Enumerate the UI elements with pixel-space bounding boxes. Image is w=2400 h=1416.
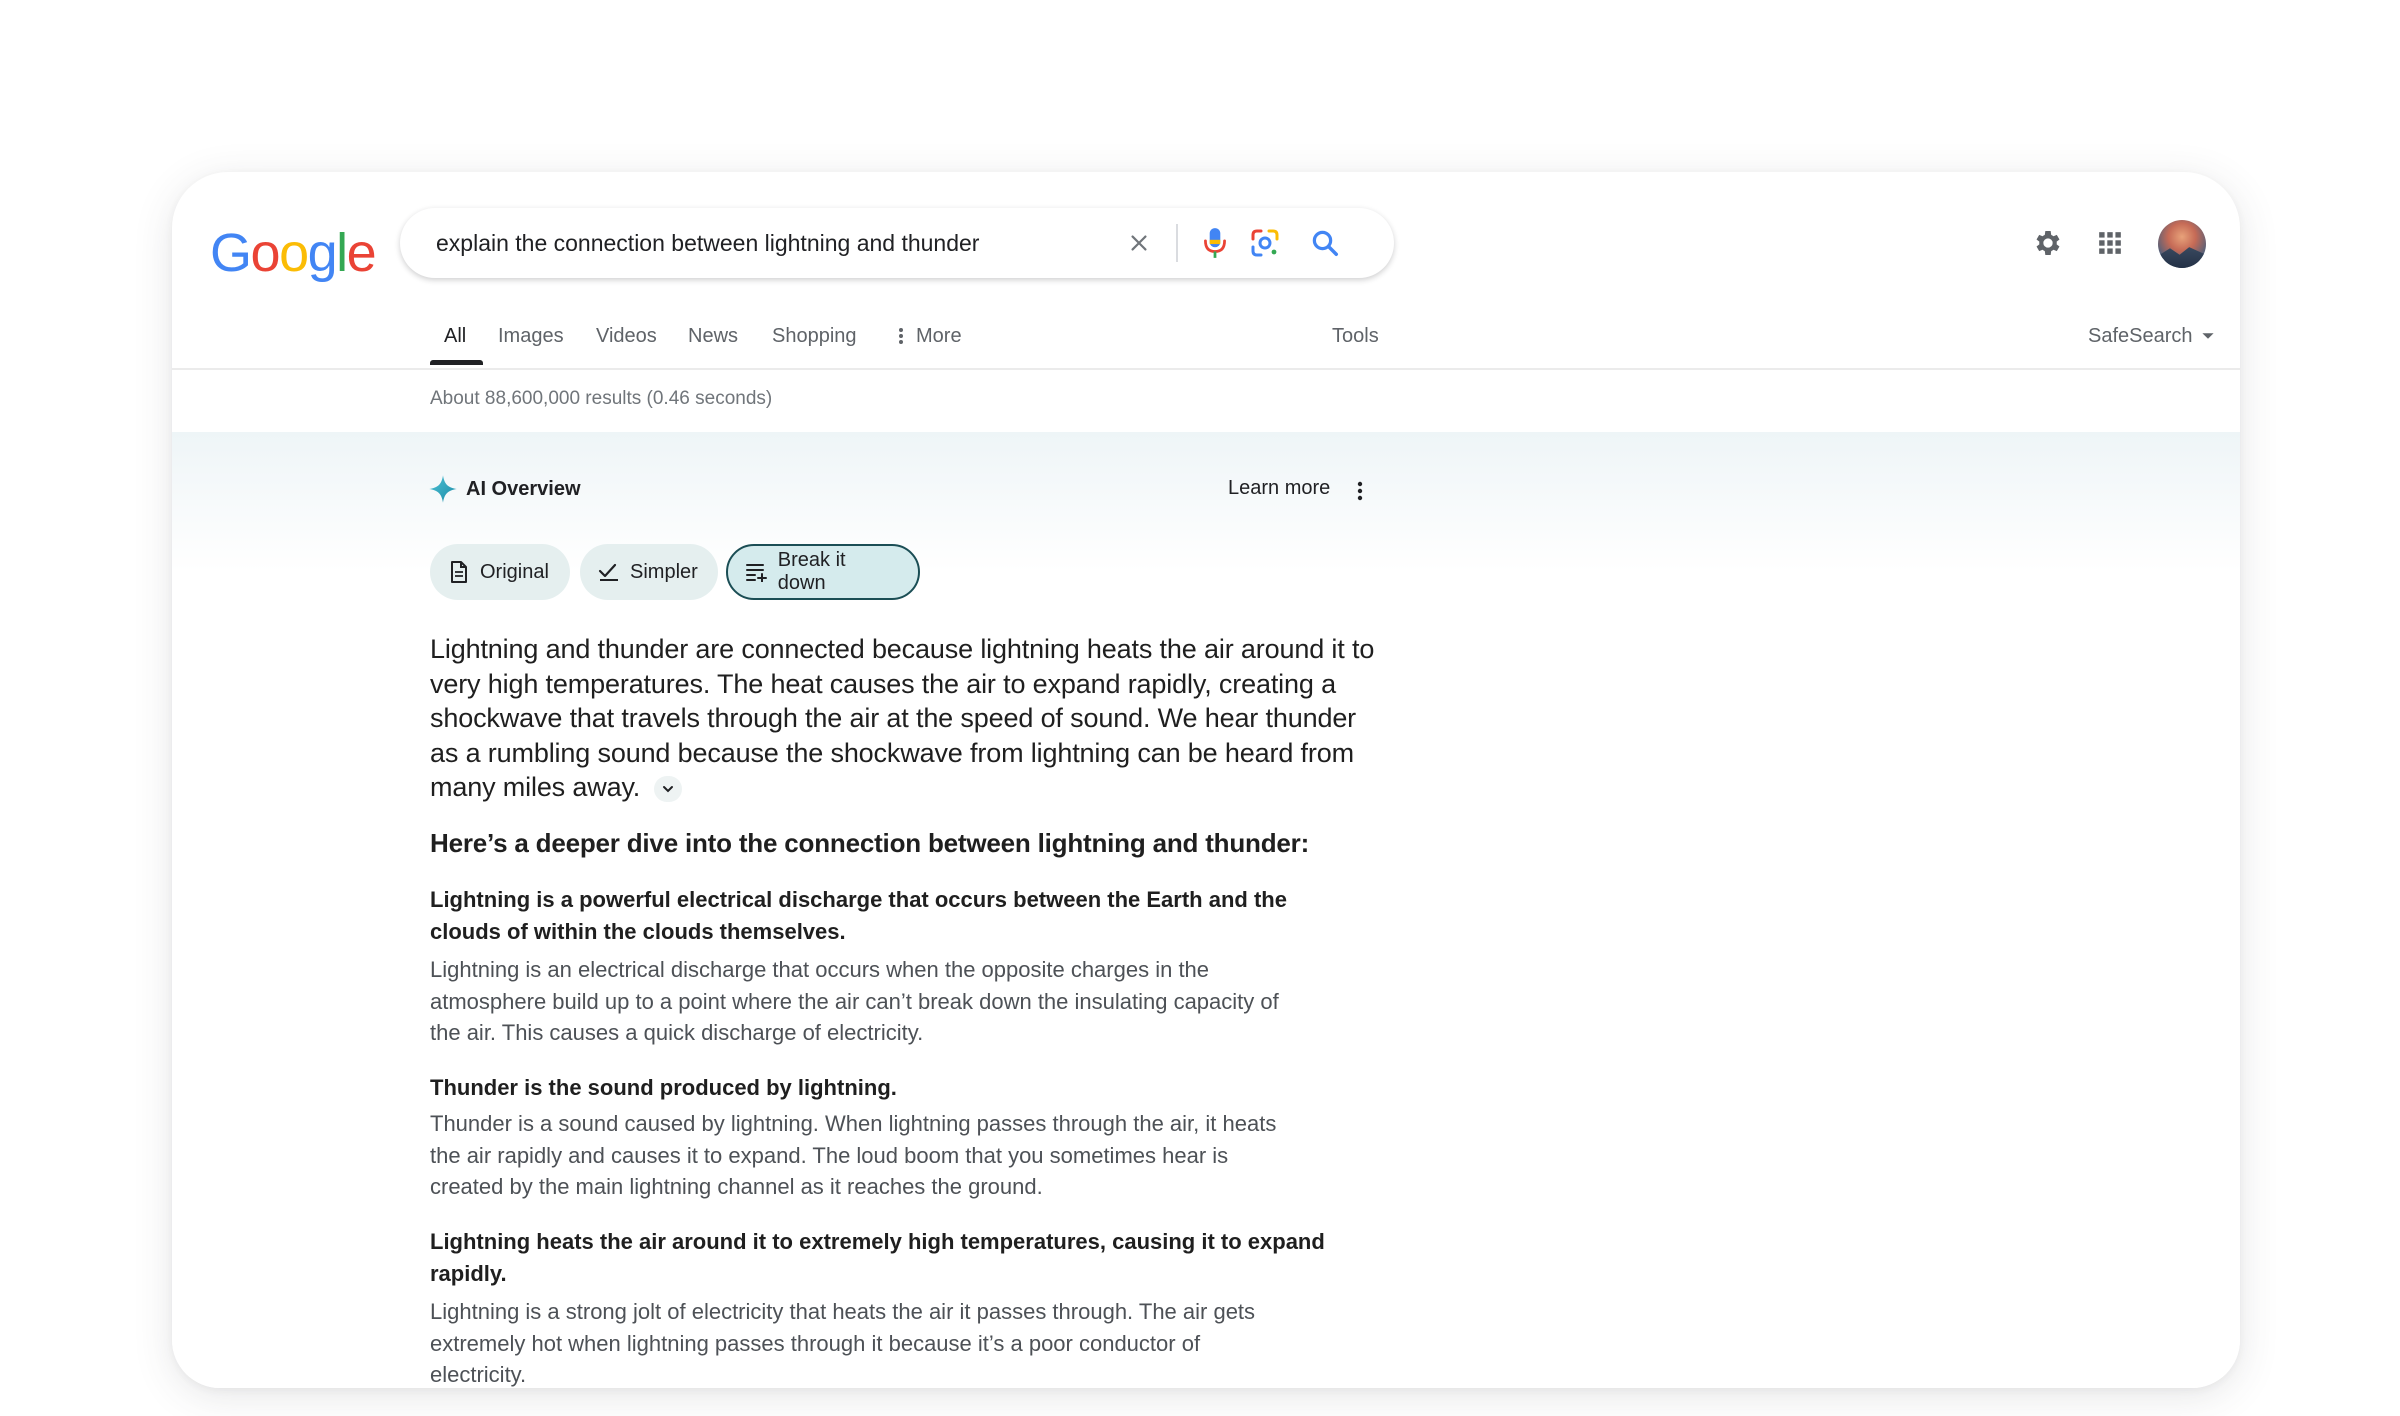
expand-sources-button[interactable] (653, 775, 682, 802)
logo-letter: l (336, 223, 348, 283)
tab-all[interactable]: All (444, 322, 466, 350)
deeper-dive-heading: Here’s a deeper dive into the connection… (430, 828, 1310, 858)
ai-summary-paragraph: Lightning and thunder are connected beca… (430, 632, 1380, 805)
search-divider (1176, 224, 1178, 262)
item-1-title: Lightning is a powerful electrical disch… (430, 887, 1287, 944)
tab-images[interactable]: Images (498, 322, 564, 350)
original-chip-label: Original (480, 560, 549, 583)
search-box[interactable]: explain the connection between lightning… (400, 208, 1394, 278)
logo-letter: g (307, 223, 338, 283)
item-2-title: Thunder is the sound produced by lightni… (430, 1075, 897, 1100)
logo-letter: G (210, 223, 252, 283)
settings-icon[interactable] (2026, 221, 2070, 265)
ai-overview-menu-icon[interactable] (1350, 478, 1370, 504)
simpler-chip[interactable]: Simpler (580, 544, 718, 600)
item-3-title: Lightning heats the air around it to ext… (430, 1229, 1325, 1286)
item-1-body: Lightning is an electrical discharge tha… (430, 957, 1279, 1045)
ai-summary-text: Lightning and thunder are connected beca… (430, 634, 1375, 802)
avatar[interactable] (2158, 220, 2206, 268)
safesearch-button[interactable]: SafeSearch (2088, 322, 2215, 350)
sparkle-icon (429, 475, 457, 503)
browser-window: Google explain the connection between li… (172, 172, 2240, 1388)
learn-more-link[interactable]: Learn more (1228, 477, 1330, 500)
document-icon (446, 559, 472, 585)
logo-letter: e (346, 223, 377, 283)
header-divider (172, 368, 2240, 370)
simpler-chip-label: Simpler (630, 560, 698, 583)
tab-more-label: More (916, 325, 962, 347)
break-it-down-chip-label: Break it down (777, 549, 846, 594)
dropdown-arrow-icon (2201, 333, 2214, 339)
simplify-check-icon (596, 559, 622, 585)
lens-icon[interactable] (1246, 224, 1284, 262)
more-vert-icon (899, 328, 903, 344)
microphone-icon[interactable] (1196, 224, 1234, 262)
ai-overview-header: AI Overview (428, 474, 581, 504)
tab-shopping[interactable]: Shopping (772, 322, 857, 350)
results-count: About 88,600,000 results (0.46 seconds) (430, 388, 773, 409)
item-3-body: Lightning is a strong jolt of electricit… (430, 1299, 1256, 1387)
logo-letter: o (250, 223, 281, 283)
tab-videos[interactable]: Videos (596, 322, 657, 350)
logo-letter: o (279, 223, 309, 283)
list-add-icon (744, 559, 770, 585)
ai-overview-title: AI Overview (466, 477, 581, 500)
original-chip[interactable]: Original (430, 544, 570, 600)
tools-button[interactable]: Tools (1332, 322, 1379, 350)
break-it-down-chip[interactable]: Break it down (726, 544, 920, 600)
safesearch-label: SafeSearch (2088, 325, 2193, 347)
search-input[interactable]: explain the connection between lightning… (436, 208, 979, 278)
clear-icon[interactable] (1120, 224, 1158, 262)
search-icon[interactable] (1306, 224, 1344, 262)
google-logo[interactable]: Google (210, 220, 377, 283)
apps-grid-icon[interactable] (2088, 221, 2132, 265)
chevron-down-icon (662, 785, 673, 793)
tab-active-indicator (430, 360, 483, 365)
item-2-body: Thunder is a sound caused by lightning. … (430, 1111, 1277, 1199)
tab-news[interactable]: News (688, 322, 738, 350)
tab-more[interactable]: More (894, 322, 962, 350)
